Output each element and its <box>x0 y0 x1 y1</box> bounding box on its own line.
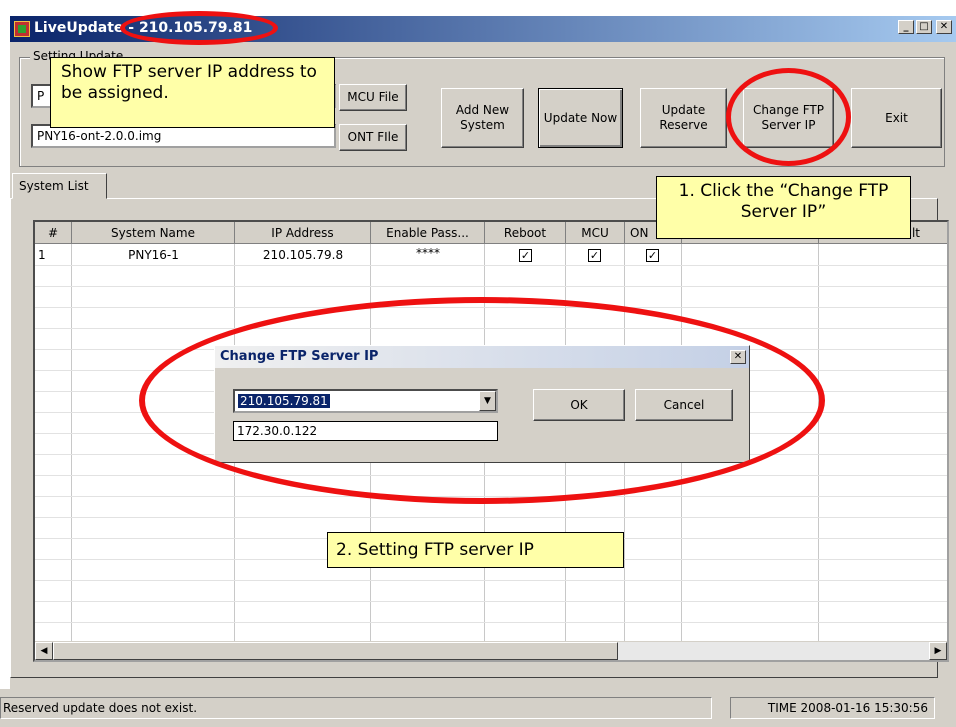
cell-enable-password[interactable]: **** <box>371 244 485 262</box>
col-header-ip-address[interactable]: IP Address <box>235 222 371 244</box>
status-message: Reserved update does not exist. <box>0 697 712 719</box>
col-header-reboot[interactable]: Reboot <box>485 222 566 244</box>
callout-click-change-ftp: 1. Click the “Change FTP Server IP” <box>656 176 911 239</box>
update-now-button[interactable]: Update Now <box>538 88 623 148</box>
add-new-system-button[interactable]: Add New System <box>441 88 524 148</box>
scroll-thumb[interactable] <box>53 642 618 660</box>
cell-system-name[interactable]: PNY16-1 <box>72 246 235 264</box>
close-button[interactable]: ✕ <box>936 20 952 34</box>
exit-button[interactable]: Exit <box>851 88 942 148</box>
maximize-button[interactable]: □ <box>916 20 932 34</box>
grid-line <box>35 286 947 287</box>
col-header-number[interactable]: # <box>35 222 72 244</box>
highlight-ellipse-title-ip <box>120 11 278 45</box>
mcu-file-button[interactable]: MCU File <box>339 84 407 111</box>
callout-show-ftp-ip: Show FTP server IP address to be assigne… <box>50 57 335 128</box>
col-header-system-name[interactable]: System Name <box>72 222 235 244</box>
minimize-button[interactable]: _ <box>898 20 914 34</box>
col-header-enable-password[interactable]: Enable Pass... <box>371 222 485 244</box>
reboot-checkbox[interactable]: ✓ <box>519 249 532 262</box>
app-icon <box>14 21 30 37</box>
cell-number[interactable]: 1 <box>38 246 68 264</box>
grid-line <box>35 517 947 518</box>
grid-line <box>35 622 947 623</box>
ont-checkbox[interactable]: ✓ <box>646 249 659 262</box>
col-header-mcu[interactable]: MCU <box>566 222 625 244</box>
status-time: TIME 2008-01-16 15:30:56 <box>730 697 935 719</box>
grid-line <box>35 265 947 266</box>
grid-line <box>35 580 947 581</box>
callout-setting-ftp-ip: 2. Setting FTP server IP <box>327 532 624 568</box>
tab-system-list[interactable]: System List <box>12 173 107 199</box>
scroll-right-arrow-icon[interactable]: ▶ <box>929 642 947 660</box>
mcu-checkbox[interactable]: ✓ <box>588 249 601 262</box>
cell-ip-address[interactable]: 210.105.79.8 <box>235 246 371 264</box>
scroll-left-arrow-icon[interactable]: ◀ <box>35 642 53 660</box>
update-reserve-button[interactable]: Update Reserve <box>640 88 727 148</box>
status-bar: Reserved update does not exist. TIME 200… <box>0 689 956 727</box>
highlight-ellipse-change-ftp-button <box>726 68 851 166</box>
horizontal-scrollbar[interactable]: ◀ ▶ <box>35 641 947 660</box>
ont-file-button[interactable]: ONT FIle <box>339 124 407 151</box>
highlight-ellipse-dialog <box>139 297 825 504</box>
grid-line <box>35 601 947 602</box>
